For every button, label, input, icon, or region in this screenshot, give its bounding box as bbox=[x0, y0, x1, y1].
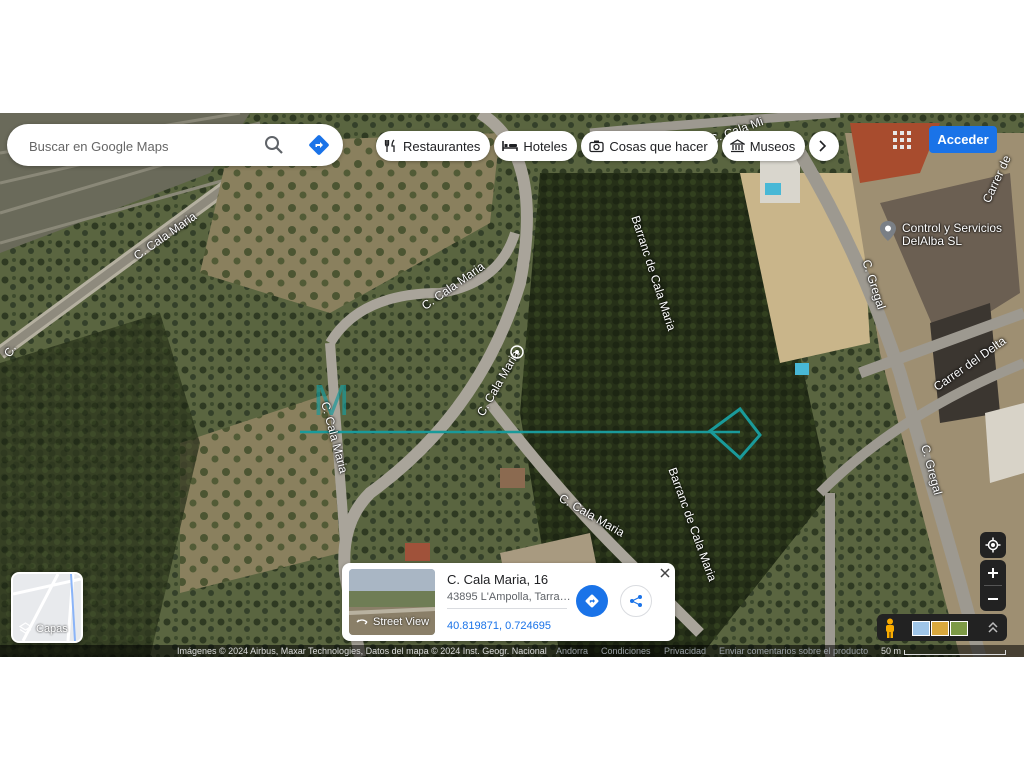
fork-knife-icon bbox=[384, 139, 395, 152]
search-icon[interactable] bbox=[262, 133, 286, 157]
location-marker-icon[interactable] bbox=[510, 345, 524, 359]
chip-museos[interactable]: Museos bbox=[721, 131, 806, 161]
attribution-bar: Imágenes © 2024 Airbus, Maxar Technologi… bbox=[0, 645, 1024, 657]
camera-icon bbox=[589, 140, 605, 153]
search-input[interactable] bbox=[27, 135, 251, 157]
footer-link-terms[interactable]: Condiciones bbox=[601, 646, 651, 656]
place-address: 43895 L'Ampolla, Tarragona bbox=[447, 591, 572, 603]
pegman-icon[interactable] bbox=[883, 618, 897, 638]
zoom-in-button[interactable] bbox=[987, 560, 999, 585]
chip-cosas-que-hacer[interactable]: Cosas que hacer bbox=[581, 131, 718, 161]
chevron-right-icon bbox=[819, 140, 826, 152]
map-pin-icon[interactable] bbox=[880, 221, 896, 241]
street-view-icon bbox=[356, 619, 368, 625]
divider bbox=[447, 608, 567, 609]
imagery-thumb-1[interactable] bbox=[912, 621, 930, 636]
directions-icon[interactable] bbox=[307, 133, 331, 157]
my-location-button[interactable] bbox=[980, 532, 1006, 558]
street-view-thumbnail[interactable]: Street View bbox=[349, 569, 435, 635]
minus-icon bbox=[988, 597, 998, 600]
plus-icon bbox=[988, 567, 998, 578]
chip-hoteles[interactable]: Hoteles bbox=[494, 131, 578, 161]
footer-link-feedback[interactable]: Enviar comentarios sobre el producto bbox=[719, 646, 868, 656]
layers-button[interactable]: Capas bbox=[11, 572, 83, 643]
street-view-toolbar bbox=[877, 614, 1007, 641]
footer-link-privacy[interactable]: Privacidad bbox=[664, 646, 706, 656]
bed-icon bbox=[502, 141, 519, 151]
sign-in-button[interactable]: Acceder bbox=[929, 126, 997, 153]
close-icon[interactable] bbox=[658, 566, 672, 580]
footer-link-andorra[interactable]: Andorra bbox=[556, 646, 588, 656]
zoom-controls bbox=[980, 560, 1006, 611]
imagery-thumb-3[interactable] bbox=[950, 621, 968, 636]
attribution-text: Imágenes © 2024 Airbus, Maxar Technologi… bbox=[177, 646, 547, 656]
category-chips: Restaurantes Hoteles Cosas que hacer Mus… bbox=[376, 131, 840, 161]
chips-next-button[interactable] bbox=[809, 131, 840, 161]
directions-icon bbox=[585, 594, 599, 608]
expand-up-icon[interactable] bbox=[987, 621, 999, 634]
place-title: C. Cala Maria, 16 bbox=[447, 572, 549, 587]
museum-icon bbox=[729, 139, 745, 153]
zoom-out-button[interactable] bbox=[987, 586, 999, 611]
scale-label: 50 m bbox=[881, 646, 902, 656]
search-box bbox=[7, 124, 343, 166]
place-coordinates[interactable]: 40.819871, 0.724695 bbox=[447, 620, 551, 632]
share-icon bbox=[630, 595, 642, 607]
apps-grid-icon[interactable] bbox=[893, 131, 911, 149]
scale-bar[interactable] bbox=[904, 650, 1006, 655]
my-location-icon bbox=[985, 537, 1001, 553]
poi-label[interactable]: Control y Servicios DelAlba SL bbox=[902, 222, 1002, 248]
chip-restaurantes[interactable]: Restaurantes bbox=[376, 131, 491, 161]
layers-icon bbox=[19, 622, 32, 634]
imagery-thumb-2[interactable] bbox=[931, 621, 949, 636]
directions-button[interactable] bbox=[576, 585, 608, 617]
place-card: Street View C. Cala Maria, 16 43895 L'Am… bbox=[342, 563, 675, 641]
share-button[interactable] bbox=[620, 585, 652, 617]
